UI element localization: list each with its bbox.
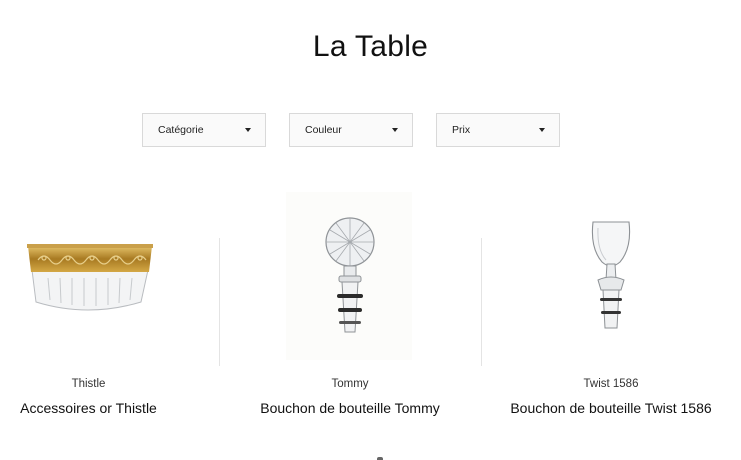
category-filter-dropdown[interactable]: Catégorie [142,113,266,147]
product-name-link[interactable]: Bouchon de bouteille Tommy [228,400,472,416]
filter-bar: Catégorie Couleur Prix [0,113,741,147]
caret-down-icon [392,128,398,132]
product-name-link[interactable]: Accessoires or Thistle [0,400,177,416]
color-filter-dropdown[interactable]: Couleur [289,113,413,147]
product-collection: Thistle [71,378,106,390]
product-card-thistle[interactable]: Thistle Accessoires or Thistle [0,190,177,430]
product-grid: Thistle Accessoires or Thistle Tommy Bou… [0,190,741,430]
product-image-thistle-bowl[interactable] [0,190,177,362]
product-card-twist-1586[interactable]: Twist 1586 Bouchon de bouteille Twist 15… [490,190,732,430]
caret-down-icon [245,128,251,132]
category-filter-label: Catégorie [158,124,204,136]
column-divider [481,238,482,366]
caret-down-icon [539,128,545,132]
color-filter-label: Couleur [305,124,342,136]
product-card-tommy[interactable]: Tommy Bouchon de bouteille Tommy [228,190,472,430]
product-collection: Twist 1586 [583,378,639,390]
price-filter-label: Prix [452,124,471,136]
column-divider [219,238,220,366]
product-name-link[interactable]: Bouchon de bouteille Twist 1586 [490,400,732,416]
price-filter-dropdown[interactable]: Prix [436,113,560,147]
page-title: La Table [312,30,429,63]
product-image-tommy-stopper[interactable] [228,190,472,362]
product-collection: Tommy [331,378,369,390]
product-image-twist-stopper[interactable] [490,190,732,362]
